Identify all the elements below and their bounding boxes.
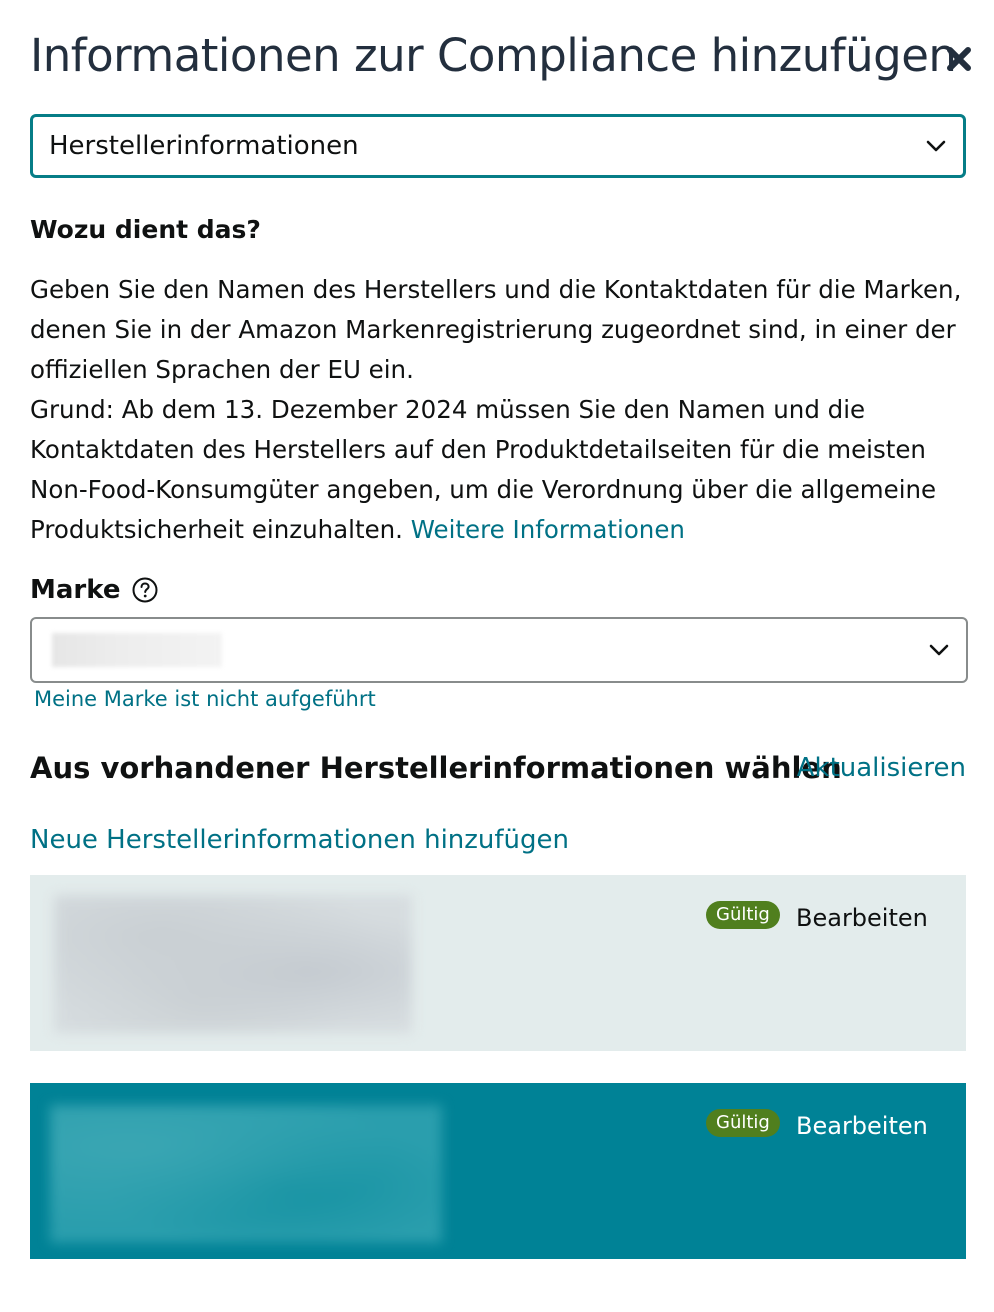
chevron-down-icon [929,644,949,656]
chevron-down-icon [926,140,946,152]
dialog-title: Informationen zur Compliance hinzufügen [30,29,957,82]
explanation-heading: Wozu dient das? [30,215,261,244]
compliance-type-value: Herstellerinformationen [49,131,359,161]
explanation-paragraph-2: Grund: Ab dem 13. Dezember 2024 müssen S… [30,390,965,550]
more-info-link[interactable]: Weitere Informationen [411,515,685,544]
manufacturer-card-selected[interactable]: Gültig Bearbeiten [30,1083,966,1259]
close-icon [947,47,971,71]
refresh-link[interactable]: Aktualisieren [797,748,966,788]
edit-button[interactable]: Bearbeiten [796,1109,928,1143]
manufacturer-card[interactable]: Gültig Bearbeiten [30,875,966,1051]
redacted-brand-value [52,633,222,667]
compliance-type-select[interactable]: Herstellerinformationen [30,114,966,178]
brand-label-row: Marke [30,572,158,608]
status-badge: Gültig [706,1109,780,1137]
brand-select[interactable] [30,617,968,683]
close-button[interactable] [942,42,976,76]
manufacturer-section-heading: Aus vorhandener Herstellerinformationen … [30,751,842,785]
brand-not-listed-link[interactable]: Meine Marke ist nicht aufgeführt [34,684,376,714]
redacted-manufacturer-details [50,1105,442,1243]
brand-label: Marke [30,575,121,605]
explanation-text: Geben Sie den Namen des Herstellers und … [30,270,965,550]
status-badge: Gültig [706,901,780,929]
help-circle-icon[interactable] [132,577,158,603]
redacted-manufacturer-details [54,895,412,1033]
add-manufacturer-link[interactable]: Neue Herstellerinformationen hinzufügen [30,820,569,860]
explanation-paragraph-1: Geben Sie den Namen des Herstellers und … [30,275,962,384]
edit-button[interactable]: Bearbeiten [796,901,928,935]
